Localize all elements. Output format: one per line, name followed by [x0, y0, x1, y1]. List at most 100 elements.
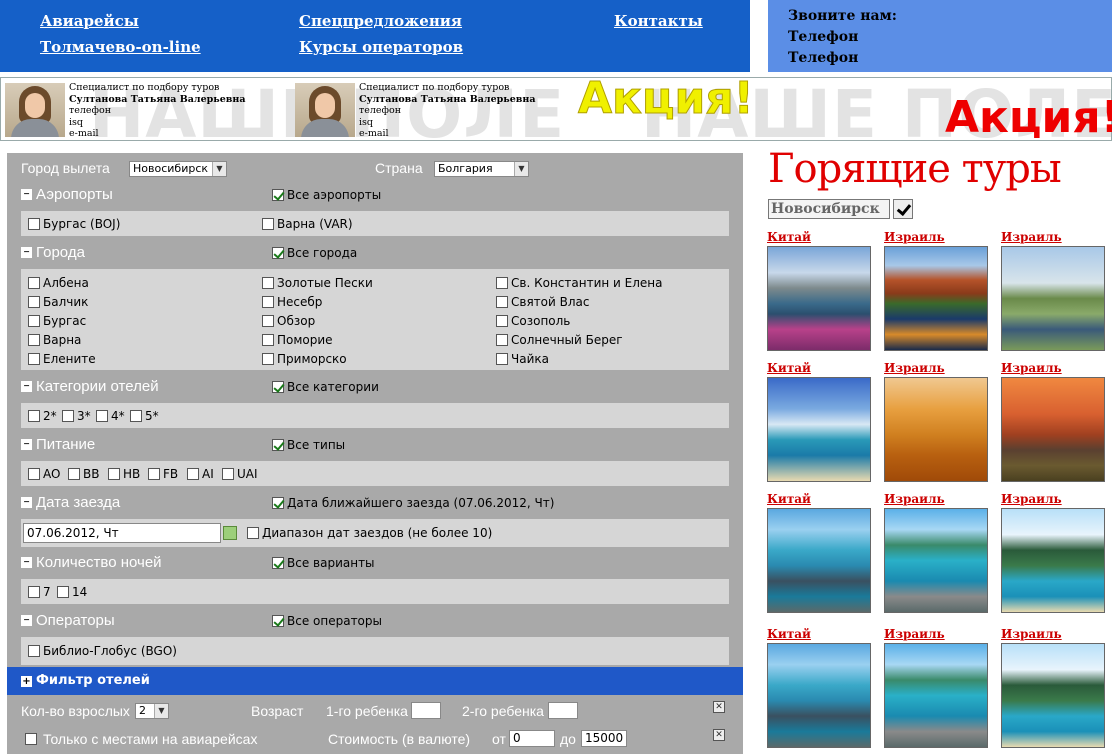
- city-option[interactable]: Варна: [28, 333, 81, 347]
- promo-badge-yellow[interactable]: Акция!: [578, 73, 755, 125]
- hot-tour-card[interactable]: Китай: [767, 492, 873, 613]
- city-option[interactable]: Святой Влас: [496, 295, 589, 309]
- hot-tour-card[interactable]: Израиль: [884, 627, 990, 748]
- hot-tour-destination-link[interactable]: Китай: [767, 361, 873, 375]
- hot-tour-card[interactable]: Китай: [767, 361, 873, 482]
- hot-tour-destination-link[interactable]: Израиль: [1001, 627, 1107, 641]
- all-categories-checkbox[interactable]: Все категории: [272, 380, 379, 394]
- airport-option[interactable]: Варна (VAR): [262, 217, 353, 231]
- close-icon[interactable]: ✕: [713, 729, 725, 741]
- hot-tour-card[interactable]: Израиль: [1001, 627, 1107, 748]
- price-to-input[interactable]: 15000: [581, 730, 627, 747]
- child2-age-input[interactable]: [548, 702, 578, 719]
- hot-tour-destination-link[interactable]: Китай: [767, 492, 873, 506]
- child1-age-input[interactable]: [411, 702, 441, 719]
- hot-tour-photo[interactable]: [884, 508, 988, 613]
- meal-option[interactable]: BB: [68, 467, 99, 481]
- hot-tour-destination-link[interactable]: Израиль: [884, 361, 990, 375]
- hot-tour-destination-link[interactable]: Израиль: [884, 627, 990, 641]
- hot-tour-card[interactable]: Израиль: [884, 230, 990, 351]
- hot-tour-card[interactable]: Израиль: [884, 361, 990, 482]
- nights-option[interactable]: 14: [57, 585, 87, 599]
- hot-tour-destination-link[interactable]: Израиль: [884, 230, 990, 244]
- hot-tour-photo[interactable]: [767, 377, 871, 482]
- city-option[interactable]: Приморско: [262, 352, 347, 366]
- hot-tour-destination-link[interactable]: Израиль: [884, 492, 990, 506]
- country-select[interactable]: Болгария ▼: [434, 161, 529, 177]
- collapse-icon[interactable]: −: [21, 497, 32, 508]
- city-option[interactable]: Несебр: [262, 295, 322, 309]
- hot-tour-card[interactable]: Израиль: [1001, 492, 1107, 613]
- collapse-icon[interactable]: −: [21, 557, 32, 568]
- hot-tour-photo[interactable]: [1001, 246, 1105, 351]
- section-hotel-categories[interactable]: − Категории отелей: [21, 378, 159, 395]
- price-from-input[interactable]: 0: [509, 730, 555, 747]
- collapse-icon[interactable]: −: [21, 247, 32, 258]
- meal-option[interactable]: FB: [148, 467, 178, 481]
- collapse-icon[interactable]: −: [21, 189, 32, 200]
- city-option[interactable]: Золотые Пески: [262, 276, 373, 290]
- section-cities[interactable]: − Города: [21, 244, 85, 261]
- all-meal-types-checkbox[interactable]: Все типы: [272, 438, 345, 452]
- city-option[interactable]: Балчик: [28, 295, 88, 309]
- nav-link-tolmachevo-online[interactable]: Толмачево-on-line: [40, 38, 201, 56]
- hot-tour-photo[interactable]: [1001, 377, 1105, 482]
- city-option[interactable]: Св. Константин и Елена: [496, 276, 662, 290]
- hot-tour-destination-link[interactable]: Китай: [767, 230, 873, 244]
- hot-tour-photo[interactable]: [1001, 508, 1105, 613]
- departure-city-select[interactable]: Новосибирск ▼: [129, 161, 227, 177]
- category-option[interactable]: 4*: [96, 409, 125, 423]
- category-option[interactable]: 2*: [28, 409, 57, 423]
- nearest-date-checkbox[interactable]: Дата ближайшего заезда (07.06.2012, Чт): [272, 496, 554, 510]
- category-option[interactable]: 5*: [130, 409, 159, 423]
- hot-tours-city-field[interactable]: Новосибирск: [768, 199, 890, 219]
- city-option[interactable]: Солнечный Берег: [496, 333, 623, 347]
- hot-tour-photo[interactable]: [767, 508, 871, 613]
- hot-tour-card[interactable]: Израиль: [1001, 361, 1107, 482]
- hot-tour-destination-link[interactable]: Китай: [767, 627, 873, 641]
- city-option[interactable]: Созополь: [496, 314, 570, 328]
- collapse-icon[interactable]: −: [21, 615, 32, 626]
- all-operators-checkbox[interactable]: Все операторы: [272, 614, 382, 628]
- hot-tour-photo[interactable]: [884, 246, 988, 351]
- operator-option[interactable]: Библио-Глобус (BGO): [28, 644, 177, 658]
- category-option[interactable]: 3*: [62, 409, 91, 423]
- collapse-icon[interactable]: −: [21, 439, 32, 450]
- city-option[interactable]: Албена: [28, 276, 89, 290]
- nav-link-flights[interactable]: Авиарейсы: [40, 12, 139, 30]
- hot-tours-city-checkbox[interactable]: [893, 199, 913, 219]
- city-option[interactable]: Чайка: [496, 352, 549, 366]
- meal-option[interactable]: HB: [108, 467, 140, 481]
- nav-link-special-offers[interactable]: Спецпредложения: [299, 12, 462, 30]
- hot-tour-photo[interactable]: [884, 643, 988, 748]
- meal-option[interactable]: UAI: [222, 467, 258, 481]
- hot-tour-destination-link[interactable]: Израиль: [1001, 361, 1107, 375]
- close-icon[interactable]: ✕: [713, 701, 725, 713]
- hot-tour-destination-link[interactable]: Израиль: [1001, 492, 1107, 506]
- meal-option[interactable]: AO: [28, 467, 60, 481]
- hot-tour-photo[interactable]: [1001, 643, 1105, 748]
- nights-option[interactable]: 7: [28, 585, 51, 599]
- city-option[interactable]: Обзор: [262, 314, 315, 328]
- hot-tour-card[interactable]: Израиль: [1001, 230, 1107, 351]
- section-meals[interactable]: − Питание: [21, 436, 95, 453]
- hot-tour-card[interactable]: Китай: [767, 230, 873, 351]
- collapse-icon[interactable]: −: [21, 381, 32, 392]
- city-option[interactable]: Елените: [28, 352, 96, 366]
- check-in-date-input[interactable]: 07.06.2012, Чт: [23, 523, 221, 543]
- hot-tour-photo[interactable]: [767, 643, 871, 748]
- date-range-checkbox[interactable]: Диапазон дат заездов (не более 10): [247, 526, 492, 540]
- only-seats-checkbox[interactable]: Только с местами на авиарейсах: [25, 731, 257, 747]
- nav-link-operator-rates[interactable]: Курсы операторов: [299, 38, 463, 56]
- nav-link-contacts[interactable]: Контакты: [614, 12, 703, 30]
- hotel-filter-toggle[interactable]: + Фильтр отелей: [7, 667, 743, 695]
- promo-badge-red[interactable]: Акция!: [945, 92, 1112, 143]
- section-airports[interactable]: − Аэропорты: [21, 186, 113, 203]
- hot-tour-card[interactable]: Китай: [767, 627, 873, 748]
- hot-tour-photo[interactable]: [767, 246, 871, 351]
- hot-tour-card[interactable]: Израиль: [884, 492, 990, 613]
- meal-option[interactable]: AI: [187, 467, 214, 481]
- calendar-icon[interactable]: [223, 526, 237, 540]
- all-nights-checkbox[interactable]: Все варианты: [272, 556, 375, 570]
- adults-select[interactable]: 2 ▼: [135, 703, 169, 719]
